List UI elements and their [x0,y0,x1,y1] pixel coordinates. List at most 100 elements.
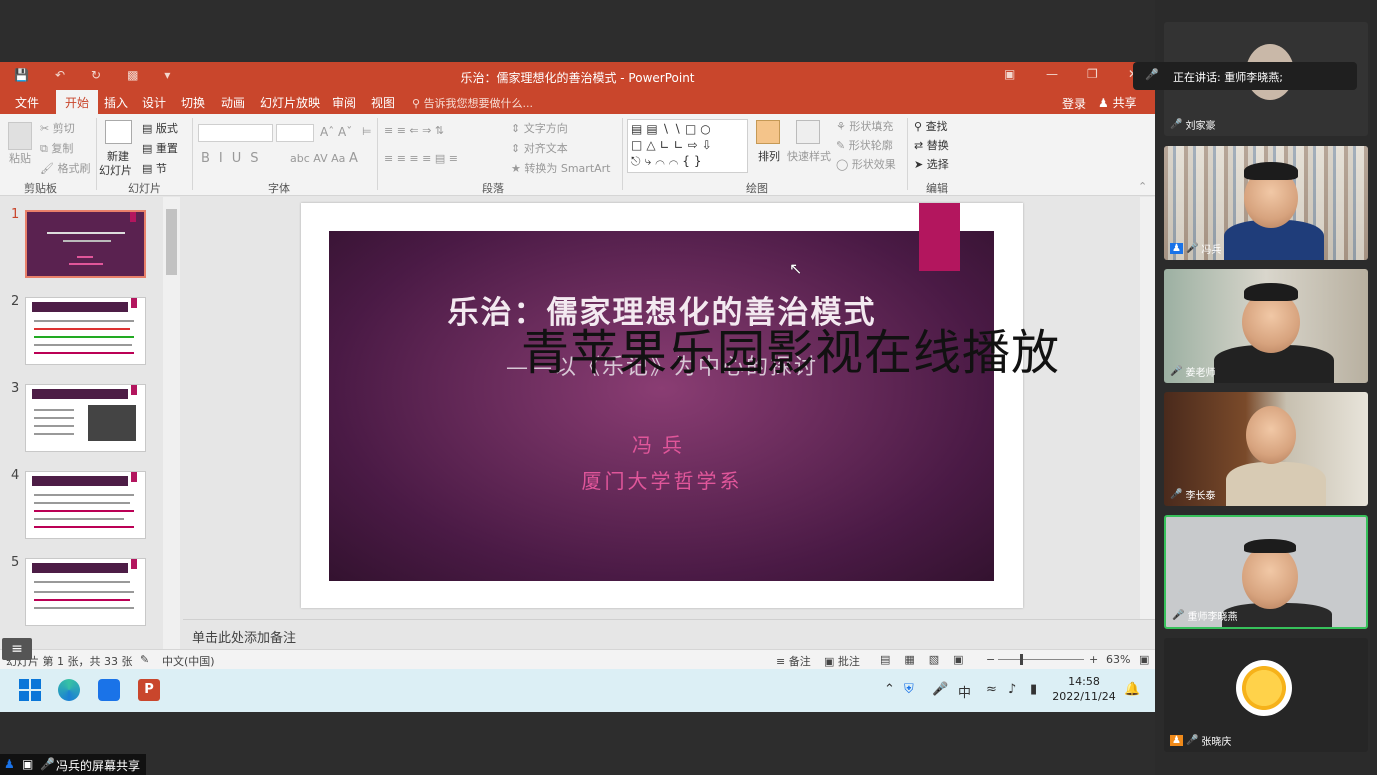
slide-thumbnail-2[interactable] [25,297,146,365]
wifi-icon[interactable]: ≈ [986,682,997,697]
zoom-in-icon[interactable]: + [1089,653,1098,666]
shape-fill-button[interactable]: ⚘ 形状填充 [836,118,893,134]
tab-home[interactable]: 开始 [56,90,99,114]
zoom-slider-thumb[interactable] [1020,654,1023,665]
slide-thumbnail-3[interactable] [25,384,146,452]
person-icon: ♟ [4,757,15,771]
participant-tile[interactable]: ♟ 🎤 冯兵 [1164,146,1368,260]
collapse-ribbon-icon[interactable]: ⌃ [1138,180,1147,193]
windows-start-icon[interactable] [19,679,41,701]
powerpoint-icon[interactable]: P [138,679,160,701]
tell-me-box[interactable]: ⚲ 告诉我您想要做什么... [412,95,533,111]
reset-button[interactable]: ▤ 重置 [142,140,178,156]
tab-file[interactable]: 文件 [15,94,39,111]
scroll-thumb[interactable] [166,209,177,275]
participant-tile[interactable]: 🎤 李长泰 [1164,392,1368,506]
share-button[interactable]: ♟ 共享 [1098,94,1137,111]
layout-label: 版式 [155,122,178,135]
microphone-icon[interactable]: 🎤 [932,682,948,697]
start-pane [19,691,29,701]
text-direction-button[interactable]: ⇕ 文字方向 [511,120,568,136]
clipboard-group-label: 剪贴板 [24,182,57,195]
participant-tile-active[interactable]: 🎤 重师李晓燕 [1164,515,1368,629]
arrange-button[interactable]: 排列 [758,148,780,164]
clear-format-icon[interactable]: ⊨ [362,125,372,138]
edge-icon[interactable] [58,679,80,701]
view-buttons[interactable]: ▤▦▧▣ [880,653,978,666]
grow-font-icon[interactable]: Aˆ Aˇ [320,125,352,139]
paste-icon[interactable] [8,122,32,150]
shape-effects-button[interactable]: ◯ 形状效果 [836,156,896,172]
align-icons[interactable]: ≡ ≡ ≡ ≡ ▤ ≡ [384,152,458,165]
ime-indicator[interactable]: 中 [958,682,971,701]
language-indicator[interactable]: 中文(中国) [162,653,215,669]
comments-label: 批注 [837,655,860,668]
quick-styles-button[interactable]: 快速样式 [787,148,831,164]
slides-group-label: 幻灯片 [128,182,161,195]
spellcheck-icon[interactable]: ✎ [140,653,149,666]
tab-animations[interactable]: 动画 [221,94,245,111]
tab-view[interactable]: 视图 [371,94,395,111]
font-style-icons[interactable]: BIUS [201,151,268,166]
ribbon-display-icon[interactable]: ▣ [1004,67,1015,81]
zoom-level[interactable]: 63% [1106,653,1130,666]
restore-icon[interactable]: ❐ [1087,67,1098,81]
bullets-icon[interactable]: ≡ ≡ ⇐ ⇒ ⇅ [384,124,444,137]
mic-icon: 🎤 [1185,243,1199,254]
clock[interactable]: 14:58 2022/11/24 [1052,674,1116,704]
slide-affiliation[interactable]: 厦门大学哲学系 [301,465,1023,494]
new-slide-icon[interactable] [105,120,132,144]
font-size-input[interactable] [276,124,314,142]
tab-slideshow[interactable]: 幻灯片放映 [260,94,320,111]
tab-insert[interactable]: 插入 [104,94,128,111]
notes-button[interactable]: ≡ 备注 [776,653,811,669]
show-hidden-icons[interactable]: ⌃ [884,682,895,697]
paste-button[interactable]: 粘贴 [9,150,31,166]
slide-thumbnail-5[interactable] [25,558,146,626]
find-button[interactable]: ⚲ 查找 [914,118,948,134]
slide-thumbnail-4[interactable] [25,471,146,539]
font-name-input[interactable] [198,124,273,142]
thumbnail-scrollbar[interactable] [163,197,180,649]
notes-pane[interactable]: 单击此处添加备注 [183,619,1155,649]
char-spacing-icon[interactable]: abc AV Aa [290,152,345,165]
participant-tile[interactable]: 🎤 姜老师 [1164,269,1368,383]
editing-group-label: 编辑 [926,182,948,195]
replace-button[interactable]: ⇄ 替换 [914,137,949,153]
meeting-app-icon[interactable] [98,679,120,701]
slide-thumbnail-1[interactable] [25,210,146,278]
shape-outline-button[interactable]: ✎ 形状轮廓 [836,137,893,153]
participant-tile[interactable]: ♟ 🎤 张晓庆 [1164,638,1368,752]
current-slide[interactable]: 乐治：儒家理想化的善治模式 ——以《乐记》为中心的探讨 冯兵 厦门大学哲学系 青… [301,203,1059,608]
comments-button[interactable]: ▣ 批注 [824,653,860,669]
format-painter-button[interactable]: 🖌 格式刷 [40,160,90,176]
cut-button[interactable]: ✂ 剪切 [40,120,75,136]
volume-icon[interactable]: ♪ [1008,682,1016,697]
security-icon[interactable]: ⛨ [904,682,914,697]
shapes-gallery[interactable]: ▤▤∖∖□○ □△∟∟⇨⇩ ⎋⤷⌒⌒{} [627,119,748,173]
slide-thumbnails: 1 2 3 4 5 [0,197,183,649]
login-button[interactable]: 登录 [1062,95,1086,112]
quick-styles-icon[interactable] [796,120,820,144]
tab-transitions[interactable]: 切换 [181,94,205,111]
participant-name: 姜老师 [1185,368,1216,379]
align-text-button[interactable]: ⇕ 对齐文本 [511,140,568,156]
slide-scrollbar[interactable] [1140,197,1155,649]
layout-button[interactable]: ▤ 版式 [142,120,178,136]
copy-button[interactable]: ⧉ 复制 [40,140,73,156]
battery-icon[interactable]: ▮ [1030,682,1037,697]
zoom-out-icon[interactable]: − [986,653,995,666]
select-button[interactable]: ➤ 选择 [914,156,949,172]
minimize-icon[interactable]: — [1046,67,1058,81]
zoom-slider[interactable] [998,654,1084,665]
tab-design[interactable]: 设计 [142,94,166,111]
slide-author[interactable]: 冯兵 [301,429,1023,458]
fit-slide-icon[interactable]: ▣ [1139,653,1149,666]
arrange-icon[interactable] [756,120,780,144]
section-button[interactable]: ▤ 节 [142,160,167,176]
notification-icon[interactable]: 🔔 [1124,682,1140,697]
menu-icon[interactable]: ≡ [2,638,32,660]
smartart-button[interactable]: ★ 转换为 SmartArt [511,160,611,176]
font-color-icon[interactable]: A [349,151,358,166]
tab-review[interactable]: 审阅 [332,94,356,111]
